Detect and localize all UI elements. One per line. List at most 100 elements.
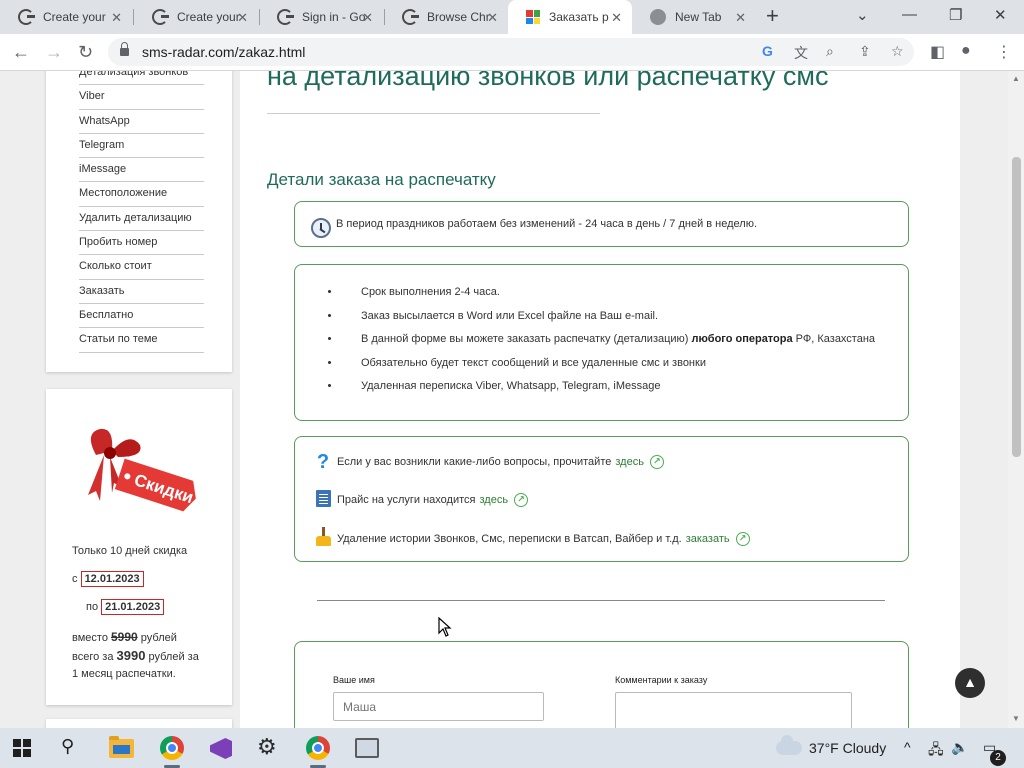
bookmark-star-icon[interactable]: ☆ — [891, 43, 904, 60]
sidebar-item-free[interactable]: Бесплатно — [79, 304, 204, 329]
tab-title: Create your — [43, 10, 106, 24]
sidebar-item-articles[interactable]: Статьи по теме — [79, 328, 204, 353]
price-text: Прайс на услуги находится — [337, 494, 476, 506]
close-tab-icon[interactable]: ✕ — [111, 10, 122, 26]
back-icon[interactable]: ← — [12, 42, 30, 62]
sidebar-item-order[interactable]: Заказать — [79, 280, 204, 304]
sidebar-nav-list: Детализация звонков Viber WhatsApp Teleg… — [79, 71, 204, 353]
windows-start-icon[interactable] — [13, 739, 31, 757]
share-icon[interactable]: ⇪ — [859, 43, 871, 60]
app-window-icon[interactable] — [355, 738, 379, 758]
google-favicon-icon — [18, 9, 35, 25]
name-input[interactable] — [333, 692, 544, 721]
name-label: Ваше имя — [333, 675, 375, 685]
tab-search-icon[interactable]: ⌄ — [856, 6, 869, 24]
info-operator-bold: любого оператора — [691, 333, 793, 345]
network-icon[interactable]: 🖧 — [928, 739, 944, 763]
info-item-operator: В данной форме вы можете заказать распеч… — [341, 332, 891, 347]
sidebar-item-viber[interactable]: Viber — [79, 85, 204, 110]
close-tab-icon[interactable]: ✕ — [735, 10, 746, 26]
faq-link[interactable]: здесь — [615, 456, 644, 468]
price-link-row: Прайс на услуги находится здесь ↗ — [313, 490, 529, 510]
sidebar-item-whatsapp[interactable]: WhatsApp — [79, 110, 204, 134]
restore-icon[interactable]: ❐ — [949, 6, 962, 24]
tab-create-your-1[interactable]: Create your ✕ — [0, 0, 132, 34]
google-favicon-icon — [277, 9, 294, 25]
info-item: Удаленная переписка Viber, Whatsapp, Tel… — [341, 379, 891, 394]
close-tab-icon[interactable]: ✕ — [487, 10, 498, 26]
search-icon[interactable]: ⚲ — [61, 736, 85, 760]
help-links-box: ? Если у вас возникли какие-либо вопросы… — [294, 436, 909, 562]
page-title: на детализацию звонков или распечатку см… — [267, 71, 829, 91]
sidebar-item-imessage[interactable]: iMessage — [79, 158, 204, 183]
file-explorer-icon[interactable] — [109, 736, 134, 758]
scroll-to-top-button[interactable]: ▲ — [955, 668, 985, 698]
zoom-icon[interactable]: ⌕ — [826, 43, 834, 60]
delete-history-link-row: Удаление истории Звонков, Смс, переписки… — [313, 527, 750, 550]
close-tab-icon[interactable]: ✕ — [237, 10, 248, 26]
tab-new-tab[interactable]: New Tab ✕ — [632, 0, 756, 34]
discount-promo-panel: Скидки Только 10 дней скидка с 12.01.202… — [46, 389, 232, 705]
comment-textarea[interactable] — [615, 692, 852, 728]
broom-icon — [313, 527, 333, 550]
tab-title: New Tab — [675, 10, 722, 24]
page-scrollbar[interactable]: ▲ ▼ — [1008, 71, 1024, 728]
info-operator-suffix: РФ, Казахстана — [792, 333, 876, 345]
chevron-up-icon[interactable]: ^ — [904, 739, 911, 755]
promo-old-price: 5990 — [111, 630, 138, 644]
weather-text[interactable]: 37°F Cloudy — [809, 740, 886, 756]
minimize-icon[interactable]: — — [902, 6, 917, 23]
lock-icon[interactable] — [120, 42, 129, 57]
profile-avatar-icon[interactable]: ● — [961, 42, 971, 60]
order-deletion-link[interactable]: заказать — [686, 533, 730, 545]
tab-sign-in[interactable]: Sign in - Go ✕ — [259, 0, 383, 34]
document-icon — [313, 490, 333, 510]
gear-icon[interactable]: ⚙ — [257, 734, 281, 759]
clock-icon — [311, 218, 331, 238]
side-panel-icon[interactable]: ◧ — [930, 42, 945, 62]
info-operator-prefix: В данной форме вы можете заказать распеч… — [361, 333, 692, 345]
faq-link-row: ? Если у вас возникли какие-либо вопросы… — [313, 451, 664, 473]
order-form: Ваше имя Комментарии к заказу — [294, 641, 909, 728]
google-favicon-icon — [152, 9, 169, 25]
scrollbar-thumb[interactable] — [1012, 157, 1021, 457]
external-link-icon[interactable]: ↗ — [735, 531, 750, 546]
close-tab-icon[interactable]: ✕ — [362, 10, 373, 26]
tab-zakazat-active[interactable]: Заказать р ✕ — [508, 0, 632, 34]
tab-create-your-2[interactable]: Create your ✕ — [134, 0, 258, 34]
volume-icon[interactable]: 🔈 — [951, 739, 968, 756]
address-bar[interactable]: sms-radar.com/zakaz.html G 文 ⌕ ⇪ ☆ — [108, 38, 914, 66]
chrome-dev-icon[interactable] — [160, 736, 184, 760]
chrome-icon[interactable] — [306, 736, 330, 760]
tab-browse-chrome[interactable]: Browse Chr ✕ — [384, 0, 508, 34]
sidebar-item-lookup-number[interactable]: Пробить номер — [79, 231, 204, 256]
translate-icon[interactable]: 文 — [794, 43, 808, 63]
sidebar-item-call-details[interactable]: Детализация звонков — [79, 71, 204, 86]
tab-title: Browse Chr — [427, 10, 490, 24]
scroll-down-arrow-icon[interactable]: ▼ — [1012, 714, 1020, 723]
scroll-up-arrow-icon[interactable]: ▲ — [1012, 74, 1020, 83]
google-lens-icon[interactable]: G — [762, 43, 773, 59]
url-text[interactable]: sms-radar.com/zakaz.html — [142, 44, 305, 60]
external-link-icon[interactable]: ↗ — [514, 493, 529, 507]
new-tab-button[interactable]: + — [766, 5, 779, 27]
visual-studio-icon[interactable] — [210, 738, 232, 759]
sidebar-item-telegram[interactable]: Telegram — [79, 134, 204, 159]
close-window-icon[interactable]: ✕ — [994, 6, 1007, 24]
close-tab-icon[interactable]: ✕ — [611, 10, 622, 26]
menu-kebab-icon[interactable]: ⋮ — [996, 42, 1012, 62]
question-icon: ? — [316, 451, 330, 473]
promo-to-prefix: по — [86, 601, 99, 613]
cloud-icon[interactable] — [776, 735, 802, 755]
price-link[interactable]: здесь — [479, 494, 508, 506]
sidebar-item-price[interactable]: Сколько стоит — [79, 255, 204, 280]
promo-from-date: 12.01.2023 — [80, 571, 144, 587]
tab-title: Sign in - Go — [302, 10, 366, 24]
external-link-icon[interactable]: ↗ — [649, 455, 664, 469]
sidebar-item-delete-details[interactable]: Удалить детализацию — [79, 207, 204, 232]
promo-to-date: 21.01.2023 — [101, 599, 165, 615]
new-tab-favicon-icon — [650, 9, 666, 25]
forward-icon[interactable]: → — [45, 42, 63, 62]
sidebar-item-location[interactable]: Местоположение — [79, 182, 204, 207]
reload-icon[interactable]: ↻ — [78, 42, 93, 62]
